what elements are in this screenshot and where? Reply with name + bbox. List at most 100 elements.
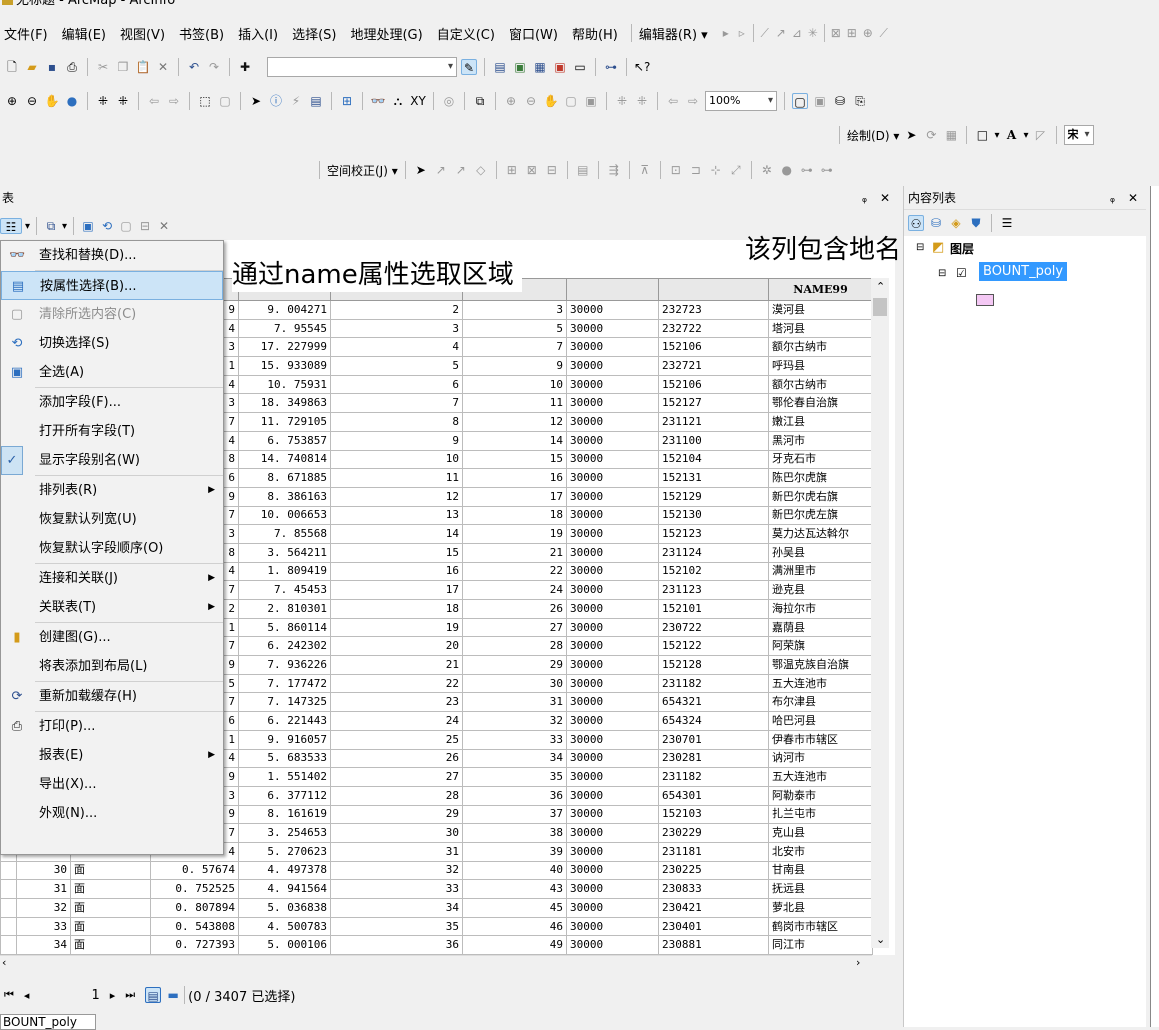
menu-help[interactable]: 帮助(H) bbox=[568, 24, 628, 43]
table-cell[interactable]: 230421 bbox=[658, 898, 769, 918]
table-cell[interactable]: 11. 729105 bbox=[238, 412, 331, 432]
table-cell[interactable]: 呼玛县 bbox=[768, 356, 873, 376]
previous-record-icon[interactable]: ◂ bbox=[24, 989, 30, 1002]
undo-icon[interactable]: ↶ bbox=[186, 59, 202, 75]
table-cell[interactable]: 6. 753857 bbox=[238, 430, 331, 451]
edgematch-icon[interactable]: ⊼ bbox=[637, 162, 653, 178]
table-cell[interactable]: 10 bbox=[330, 449, 463, 470]
table-cell[interactable]: 30000 bbox=[566, 524, 659, 544]
table-cell[interactable]: 30 bbox=[330, 823, 463, 843]
layout-zoom-in-icon[interactable]: ⊕ bbox=[503, 93, 519, 109]
table-cell[interactable]: 12 bbox=[330, 486, 463, 507]
table-cell[interactable]: 4. 941564 bbox=[238, 879, 331, 899]
table-cell[interactable]: 14 bbox=[462, 430, 567, 451]
clear-selected-features-icon[interactable]: ▢ bbox=[217, 93, 233, 109]
edit-tool-icon[interactable]: ▸ bbox=[718, 25, 734, 41]
table-cell[interactable]: 莫力达瓦达斡尔 bbox=[768, 524, 873, 544]
toggle-draft-mode-icon[interactable]: ▢ bbox=[792, 93, 808, 109]
tree-icon[interactable]: ⊶ bbox=[819, 162, 835, 178]
table-cell[interactable]: 30000 bbox=[566, 916, 659, 937]
change-layout-icon[interactable]: ⛁ bbox=[832, 93, 848, 109]
model-builder-icon[interactable]: ⊶ bbox=[603, 59, 619, 75]
straight-segment-icon[interactable]: ⟋ bbox=[757, 25, 773, 41]
table-cell[interactable]: 33 bbox=[330, 879, 463, 899]
table-cell[interactable]: 30 bbox=[462, 673, 567, 694]
scroll-up-icon[interactable]: ⌃ bbox=[876, 280, 885, 293]
table-cell[interactable]: 15. 933089 bbox=[238, 356, 331, 376]
show-all-records-icon[interactable]: ▤ bbox=[145, 987, 162, 1003]
table-cell[interactable]: 30000 bbox=[566, 449, 659, 470]
table-cell[interactable]: 32 bbox=[330, 860, 463, 881]
table-cell[interactable] bbox=[0, 879, 17, 899]
end-point-arc-icon[interactable]: ↗ bbox=[773, 25, 789, 41]
table-cell[interactable]: 27 bbox=[462, 617, 567, 638]
table-cell[interactable]: 7. 45453 bbox=[238, 580, 331, 600]
table-cell[interactable]: 31 bbox=[16, 879, 71, 899]
close-table-icon[interactable]: ✕ bbox=[880, 186, 890, 210]
pin-icon[interactable]: ᵩ bbox=[862, 186, 867, 210]
table-cell[interactable]: 27 bbox=[330, 767, 463, 787]
table-cell[interactable]: 7. 85568 bbox=[238, 524, 331, 544]
table-cell[interactable]: 230833 bbox=[658, 879, 769, 899]
table-cell[interactable]: 231121 bbox=[658, 412, 769, 432]
table-cell[interactable]: 231100 bbox=[658, 430, 769, 451]
new-document-icon[interactable]: 🗋 bbox=[4, 59, 20, 75]
table-cell[interactable]: 面 bbox=[70, 935, 151, 955]
table-cell[interactable]: 152131 bbox=[658, 468, 769, 488]
table-cell[interactable]: 36 bbox=[462, 785, 567, 806]
table-cell[interactable]: 额尔古纳市 bbox=[768, 374, 873, 395]
table-cell[interactable]: 五大连池市 bbox=[768, 767, 873, 787]
table-cell[interactable] bbox=[0, 916, 17, 937]
whats-this-icon[interactable]: ↖? bbox=[634, 59, 650, 75]
layer-symbol-swatch[interactable] bbox=[976, 294, 994, 306]
table-cell[interactable]: 30000 bbox=[566, 468, 659, 488]
table-cell[interactable]: 24 bbox=[330, 711, 463, 731]
table-row[interactable]: 33 面 0. 543808 4. 500783 35 46 30000 230401 鹤岗市市… bbox=[0, 916, 873, 937]
table-cell[interactable]: 33 bbox=[16, 916, 71, 937]
table-cell[interactable]: 3 bbox=[330, 318, 463, 339]
time-slider-icon[interactable]: ◎ bbox=[441, 93, 457, 109]
menu-selection[interactable]: 选择(S) bbox=[288, 24, 346, 43]
table-cell[interactable]: 33 bbox=[462, 729, 567, 750]
scroll-left-icon[interactable]: ‹ bbox=[2, 956, 6, 969]
table-cell[interactable]: 7 bbox=[462, 337, 567, 358]
table-cell[interactable]: 鹤岗市市辖区 bbox=[768, 916, 873, 937]
menu-view[interactable]: 视图(V) bbox=[116, 24, 175, 43]
table-cell[interactable]: 鄂伦春自治旗 bbox=[768, 393, 873, 414]
select-elements-arrow-icon[interactable]: ➤ bbox=[903, 127, 919, 143]
delete-selected-icon[interactable]: ⊟ bbox=[137, 218, 153, 234]
table-cell[interactable]: 5. 036838 bbox=[238, 898, 331, 918]
table-cell[interactable]: 新巴尔虎左旗 bbox=[768, 505, 873, 526]
table-cell[interactable]: 讷河市 bbox=[768, 748, 873, 769]
table-cell[interactable]: 30000 bbox=[566, 767, 659, 787]
zoom-in-icon[interactable]: ⊕ bbox=[4, 93, 20, 109]
catalog-icon[interactable]: ▣ bbox=[512, 59, 528, 75]
menu-item-4[interactable]: ⟲ 切换选择(S) bbox=[1, 329, 223, 358]
table-cell[interactable]: 8 bbox=[330, 412, 463, 432]
table-cell[interactable]: 9. 004271 bbox=[238, 300, 331, 320]
zoom-to-selected-elements-icon[interactable]: ▦ bbox=[943, 127, 959, 143]
table-cell[interactable]: 7. 95545 bbox=[238, 318, 331, 339]
view-link-table-icon[interactable]: ▤ bbox=[575, 162, 591, 178]
table-cell[interactable]: 30000 bbox=[566, 935, 659, 955]
table-cell[interactable]: 30000 bbox=[566, 393, 659, 414]
menu-file[interactable]: 文件(F) bbox=[0, 24, 58, 43]
table-cell[interactable]: 30000 bbox=[566, 337, 659, 358]
last-record-icon[interactable]: ⏭ bbox=[125, 988, 135, 1002]
scroll-right-icon[interactable]: › bbox=[856, 956, 860, 969]
table-tab[interactable]: BOUNT_poly bbox=[0, 1014, 96, 1030]
table-cell[interactable]: 0. 752525 bbox=[150, 879, 239, 899]
menu-geoprocessing[interactable]: 地理处理(G) bbox=[346, 24, 432, 43]
table-cell[interactable]: 35 bbox=[462, 767, 567, 787]
table-cell[interactable]: 北安市 bbox=[768, 841, 873, 862]
menu-customize[interactable]: 自定义(C) bbox=[433, 24, 505, 43]
table-cell[interactable]: 30000 bbox=[566, 617, 659, 638]
table-cell[interactable]: 嫩江县 bbox=[768, 412, 873, 432]
table-cell[interactable]: 21 bbox=[330, 655, 463, 675]
table-cell[interactable]: 49 bbox=[462, 935, 567, 955]
table-cell[interactable]: 逊克县 bbox=[768, 580, 873, 600]
table-cell[interactable]: 30000 bbox=[566, 655, 659, 675]
table-cell[interactable]: 30000 bbox=[566, 300, 659, 320]
back-extent-icon[interactable]: ⇦ bbox=[146, 93, 162, 109]
editor-menu[interactable]: 编辑器(R) ▾ bbox=[635, 24, 718, 43]
